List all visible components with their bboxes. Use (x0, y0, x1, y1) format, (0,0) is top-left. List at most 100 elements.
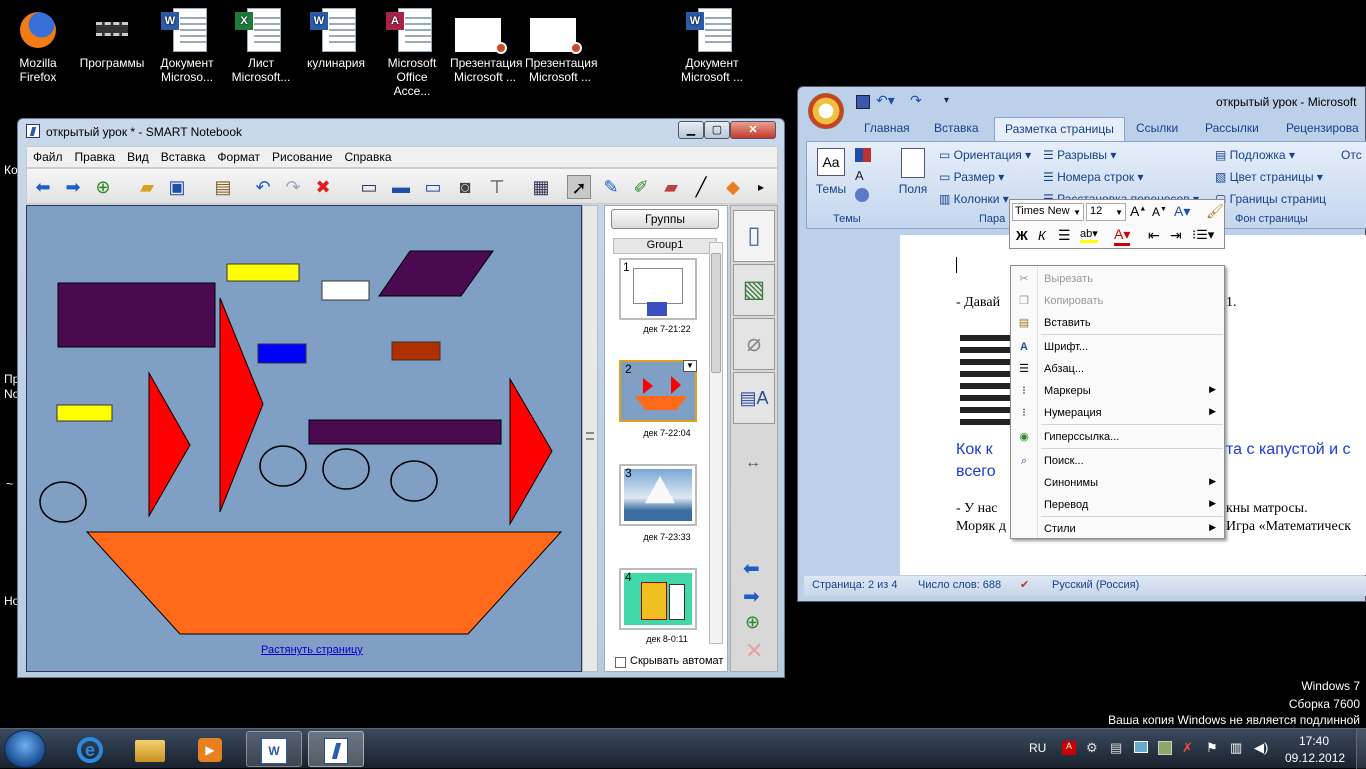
eraser-icon[interactable]: ▰ (659, 175, 683, 199)
network-icon[interactable]: ▥ (1230, 740, 1242, 756)
page-thumbnail-2[interactable]: 2 ▼ (619, 360, 697, 422)
theme-fonts-icon[interactable]: A (855, 168, 864, 183)
tray-icon[interactable]: ▤ (1110, 740, 1122, 756)
page-thumbnail-4[interactable]: 4 (619, 568, 697, 630)
pen-icon[interactable]: ✎ (599, 175, 623, 199)
decrease-indent-icon[interactable]: ⇤ (1148, 227, 1160, 244)
watermark-button[interactable]: ▤ Подложка ▾ (1215, 148, 1295, 162)
autohide-checkbox[interactable] (615, 657, 626, 668)
grow-font-icon[interactable]: A▲ (1130, 203, 1146, 219)
breaks-button[interactable]: ☰ Разрывы ▾ (1043, 148, 1116, 162)
tray-icon[interactable] (1158, 741, 1172, 755)
menu-item-font[interactable]: A Шрифт... (1011, 336, 1224, 358)
word-count[interactable]: Число слов: 688 (918, 579, 1001, 591)
taskbar-explorer-icon[interactable] (122, 731, 178, 767)
stretch-page-link[interactable]: Растянуть страницу (261, 644, 363, 656)
menu-item-search[interactable]: ⌕ Поиск... (1011, 450, 1224, 472)
menu-item-styles[interactable]: Стили ▶ (1011, 518, 1224, 540)
redo-icon[interactable]: ↷ (281, 175, 305, 199)
tray-icon[interactable] (1134, 741, 1148, 753)
themes-button[interactable]: Aa Темы (811, 148, 851, 206)
menu-item-paragraph[interactable]: ☰ Абзац... (1011, 358, 1224, 380)
more-tools-icon[interactable]: ▸ (749, 175, 773, 199)
select-pointer-icon[interactable]: ➚ (567, 175, 591, 199)
margins-button[interactable]: Поля (893, 148, 933, 196)
next-page-arrow-icon[interactable]: ➡ (743, 584, 760, 609)
desktop-icon-word-doc-2[interactable]: W Документ Microsoft ... (677, 8, 747, 84)
desktop-icon-presentation-2[interactable]: Презентация Microsoft ... (525, 8, 598, 84)
action-center-icon[interactable]: ⚑ (1206, 740, 1218, 756)
back-arrow-icon[interactable]: ⬅ (31, 175, 55, 199)
columns-button[interactable]: ▥ Колонки ▾ (939, 192, 1009, 206)
bold-icon[interactable]: Ж (1016, 228, 1028, 243)
clock-date[interactable]: 09.12.2012 (1285, 751, 1345, 765)
screen-shade-icon[interactable]: ▭ (357, 175, 381, 199)
styles-icon[interactable]: A▾ (1174, 203, 1190, 220)
language-status[interactable]: Русский (Россия) (1052, 579, 1139, 591)
line-icon[interactable]: ╱ (689, 175, 713, 199)
groups-button[interactable]: Группы (611, 209, 719, 229)
highlight-icon[interactable]: ab▾ (1080, 227, 1098, 243)
table-tool-icon[interactable]: ⊤ (485, 175, 509, 199)
show-desktop-button[interactable] (1356, 729, 1366, 769)
camera-icon[interactable]: ◙ (453, 175, 477, 199)
menu-item-paste[interactable]: ▤ Вставить (1011, 312, 1224, 334)
properties-tab-icon[interactable]: ▤A (733, 372, 775, 424)
taskbar-media-player-icon[interactable]: ▶ (182, 731, 238, 767)
center-align-icon[interactable]: ☰ (1058, 227, 1071, 244)
dual-page-icon[interactable]: ▭ (421, 175, 445, 199)
language-indicator[interactable]: RU (1029, 741, 1046, 755)
increase-indent-icon[interactable]: ⇥ (1170, 227, 1182, 244)
sorter-scrollbar[interactable] (709, 242, 723, 644)
page-count[interactable]: Страница: 2 из 4 (812, 579, 898, 591)
page-sorter-tab-icon[interactable]: ▯ (733, 210, 775, 262)
font-color-icon[interactable]: A▾ (1114, 226, 1131, 246)
start-button[interactable] (4, 730, 46, 768)
menu-format[interactable]: Формат (211, 147, 266, 164)
tab-insert[interactable]: Вставка (924, 117, 989, 139)
tab-review[interactable]: Рецензирова (1276, 117, 1366, 139)
italic-icon[interactable]: К (1038, 228, 1046, 243)
menu-edit[interactable]: Правка (69, 147, 122, 164)
page-thumbnail-1[interactable]: 1 (619, 258, 697, 320)
taskbar-ie-icon[interactable]: e (62, 731, 118, 767)
desktop-icon-kulinaria[interactable]: W кулинария (301, 8, 371, 70)
menu-item-copy[interactable]: ❐ Копировать (1011, 290, 1224, 312)
forward-arrow-icon[interactable]: ➡ (61, 175, 85, 199)
menu-item-numbering[interactable]: ⁝ Нумерация ▶ (1011, 402, 1224, 424)
line-numbers-button[interactable]: ☰ Номера строк ▾ (1043, 170, 1144, 184)
bullets-icon[interactable]: ⁝☰▾ (1192, 227, 1214, 243)
creative-pen-icon[interactable]: ✐ (629, 175, 653, 199)
menu-file[interactable]: Файл (27, 147, 69, 164)
menu-item-translate[interactable]: Перевод ▶ (1011, 494, 1224, 516)
font-size-box[interactable]: 12 ▼ (1086, 203, 1126, 221)
volume-icon[interactable]: ◀) (1254, 740, 1268, 756)
canvas-scrollbar[interactable] (582, 205, 598, 672)
tab-page-layout[interactable]: Разметка страницы (994, 117, 1125, 141)
delete-icon[interactable]: ✖ (311, 175, 335, 199)
page-color-button[interactable]: ▧ Цвет страницы ▾ (1215, 170, 1323, 184)
save-icon[interactable] (856, 95, 870, 109)
page-borders-button[interactable]: ▢ Границы страниц (1215, 192, 1326, 206)
office-button[interactable] (808, 93, 844, 129)
add-page-side-icon[interactable]: ⊕ (745, 612, 760, 633)
tab-home[interactable]: Главная (854, 117, 920, 139)
minimize-button[interactable]: ▁ (678, 121, 704, 139)
qat-customize-icon[interactable]: ▾ (944, 95, 949, 106)
whiteboard-canvas[interactable]: Растянуть страницу (26, 205, 582, 672)
theme-colors-icon[interactable] (855, 148, 871, 162)
desktop-icon-firefox[interactable]: Mozilla Firefox (3, 8, 73, 84)
save-icon[interactable]: ▣ (165, 175, 189, 199)
menu-item-cut[interactable]: ✂ Вырезать (1011, 268, 1224, 290)
desktop-icon-excel[interactable]: X Лист Microsoft... (226, 8, 296, 84)
undo-icon[interactable]: ↶ (251, 175, 275, 199)
taskbar-notebook-button[interactable] (308, 731, 364, 767)
open-folder-icon[interactable]: ▰ (135, 175, 159, 199)
menu-item-bullets[interactable]: ⁝ Маркеры ▶ (1011, 380, 1224, 402)
table-icon[interactable]: ▦ (529, 175, 553, 199)
font-name-box[interactable]: Times New ▼ (1012, 203, 1084, 221)
tab-references[interactable]: Ссылки (1126, 117, 1188, 139)
group-label[interactable]: Group1 (613, 238, 717, 254)
prev-page-arrow-icon[interactable]: ⬅ (743, 556, 760, 581)
menu-item-synonyms[interactable]: Синонимы ▶ (1011, 472, 1224, 494)
